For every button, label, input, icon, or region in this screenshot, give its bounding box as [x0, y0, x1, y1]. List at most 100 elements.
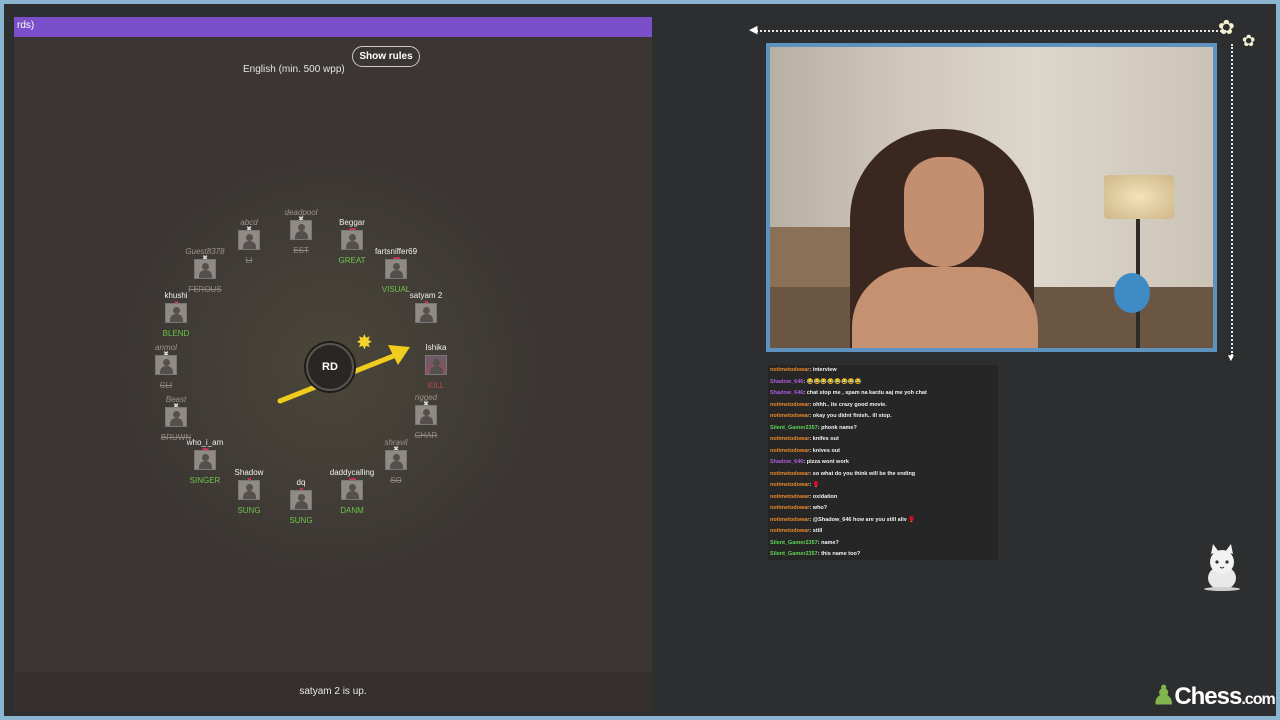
chat-username: notimetodowar	[770, 367, 810, 373]
spark-icon: ✸	[356, 330, 373, 354]
chat-text: ohhh.. its crazy good movie.	[812, 401, 887, 408]
logo-main: Chess	[1174, 683, 1242, 710]
player-word: SUNG	[289, 516, 313, 525]
player-avatar: ✖	[193, 255, 217, 283]
chat-message: Silent_Gamer2357: name?	[768, 538, 998, 550]
cat-sticker-icon	[1204, 544, 1240, 591]
player-word: FEROUS	[188, 285, 222, 294]
avatar-icon	[290, 490, 312, 510]
show-rules-button[interactable]: Show rules	[352, 46, 420, 67]
chat-text: this name too?	[821, 551, 861, 557]
avatar-icon	[155, 355, 177, 375]
player-word: BRUWN	[160, 433, 192, 442]
avatar-icon	[165, 303, 187, 323]
chat-username: notimetodowar	[770, 447, 810, 454]
chat-text: 🥊	[812, 482, 820, 488]
chat-message: notimetodowar: knifes out	[768, 434, 998, 446]
game-panel: rds) English (min. 500 wpp) Show rules a…	[14, 17, 652, 712]
avatar-icon	[415, 303, 437, 323]
chat-username: notimetodowar	[770, 436, 810, 442]
player-word: SUNG	[237, 506, 261, 515]
player-avatar: ♥	[289, 487, 313, 514]
avatar-icon	[165, 407, 187, 427]
chat-text: interview	[812, 367, 837, 373]
streamer-face	[904, 157, 984, 267]
dotted-guide-horizontal	[756, 30, 1226, 32]
webcam-view	[766, 43, 1217, 352]
status-bar: satyam 2 is up.	[14, 672, 652, 712]
player-avatar: ♥	[164, 300, 188, 327]
lamp-shade	[1104, 175, 1174, 219]
logo-suffix: .com	[1241, 691, 1275, 708]
chat-username: Shadow_646	[770, 378, 804, 385]
chat-username: notimetodowar	[770, 470, 810, 477]
flower-icon: ✿	[1242, 33, 1256, 50]
chat-text: name?	[821, 539, 839, 546]
chat-text: knifes out	[812, 436, 839, 442]
game-top-bar: rds)	[14, 17, 652, 37]
plush-toy	[1114, 273, 1150, 313]
chat-text: still	[812, 528, 823, 534]
avatar-icon	[194, 450, 216, 470]
chat-username: notimetodowar	[770, 516, 810, 523]
avatar-icon	[385, 259, 407, 279]
chat-username: notimetodowar	[770, 401, 810, 408]
player-slot: Guest8378✖FEROUS	[165, 246, 245, 295]
player-avatar: ♥	[414, 300, 438, 327]
chat-username: Silent_Gamer2357	[770, 539, 818, 546]
bomb: RD	[306, 343, 354, 391]
status-text: satyam 2 is up.	[299, 686, 367, 697]
player-word: CLI	[159, 381, 173, 390]
chat-message: notimetodowar: @Shadow_646 how are you s…	[768, 515, 998, 527]
player-avatar: ✖	[289, 216, 313, 244]
player-word: SINGER	[189, 476, 221, 485]
chat-message: Silent_Gamer2357: phonk name?	[768, 423, 998, 435]
chat-message: Shadow_646: 😂😂😂😂😂😂😂😂	[768, 377, 998, 389]
player-avatar: ♥♥	[340, 477, 364, 504]
chat-text: pizza wont work	[806, 459, 849, 465]
chat-message: Shadow_646: pizza wont work	[768, 457, 998, 469]
chess-com-logo: ♟Chess.com	[1152, 680, 1276, 711]
player-slot: anmol✖CLI	[126, 342, 206, 391]
player-avatar: ✖	[154, 351, 178, 379]
chat-message: notimetodowar: still	[768, 526, 998, 538]
chat-panel: notimetodowar: interview Shadow_646: 😂😂😂😂…	[768, 365, 998, 560]
chat-username: Silent_Gamer2357	[770, 551, 818, 557]
chat-username: notimetodowar	[770, 493, 810, 500]
chat-text: phonk name?	[821, 424, 857, 431]
top-bar-text: rds)	[17, 20, 35, 31]
avatar-icon	[341, 480, 363, 500]
player-avatar: ✖	[164, 403, 188, 431]
streamer-body	[852, 267, 1038, 348]
flower-icon: ✿	[1218, 17, 1235, 39]
player-avatar: ♥♥	[384, 256, 408, 283]
player-slot: khushi♥BLEND	[136, 290, 216, 339]
player-avatar	[424, 355, 448, 379]
chat-text: chat stop me , spam na kardu aaj me yoh …	[806, 390, 927, 396]
language-label: English (min. 500 wpp)	[243, 64, 345, 75]
chat-username: Shadow_646	[770, 390, 804, 396]
chat-text: @Shadow_646 how are you still aliv 🥊	[812, 516, 916, 523]
player-slot: fartsniffer69♥♥VISUAL	[356, 246, 436, 295]
arrow-left-icon: ◀	[749, 24, 758, 36]
avatar-icon	[290, 220, 312, 240]
chat-username: notimetodowar	[770, 528, 810, 534]
dotted-guide-vertical	[1231, 44, 1233, 356]
chat-username: Shadow_646	[770, 459, 804, 465]
avatar-icon	[194, 259, 216, 279]
chat-message: notimetodowar: who?	[768, 503, 998, 515]
chat-username: notimetodowar	[770, 413, 810, 419]
stream-frame: rds) English (min. 500 wpp) Show rules a…	[0, 0, 1280, 720]
chat-text: 😂😂😂😂😂😂😂😂	[806, 378, 862, 385]
chat-message: Shadow_646: chat stop me , spam na kardu…	[768, 388, 998, 400]
pawn-icon: ♟	[1152, 680, 1175, 710]
chat-message: notimetodowar: so what do you think will…	[768, 469, 998, 481]
player-slot: Beast✖BRUWN	[136, 394, 216, 443]
chat-text: okay you didnt finish.. ill stop.	[812, 413, 892, 419]
chat-message: notimetodowar: knives out	[768, 446, 998, 458]
chat-username: Silent_Gamer2357	[770, 424, 818, 431]
bomb-syllable: RD	[322, 361, 338, 373]
chat-message: Silent_Gamer2357: this name too?	[768, 549, 998, 560]
arrow-down-icon: ▼	[1226, 353, 1236, 364]
chat-message: notimetodowar: interview	[768, 365, 998, 377]
